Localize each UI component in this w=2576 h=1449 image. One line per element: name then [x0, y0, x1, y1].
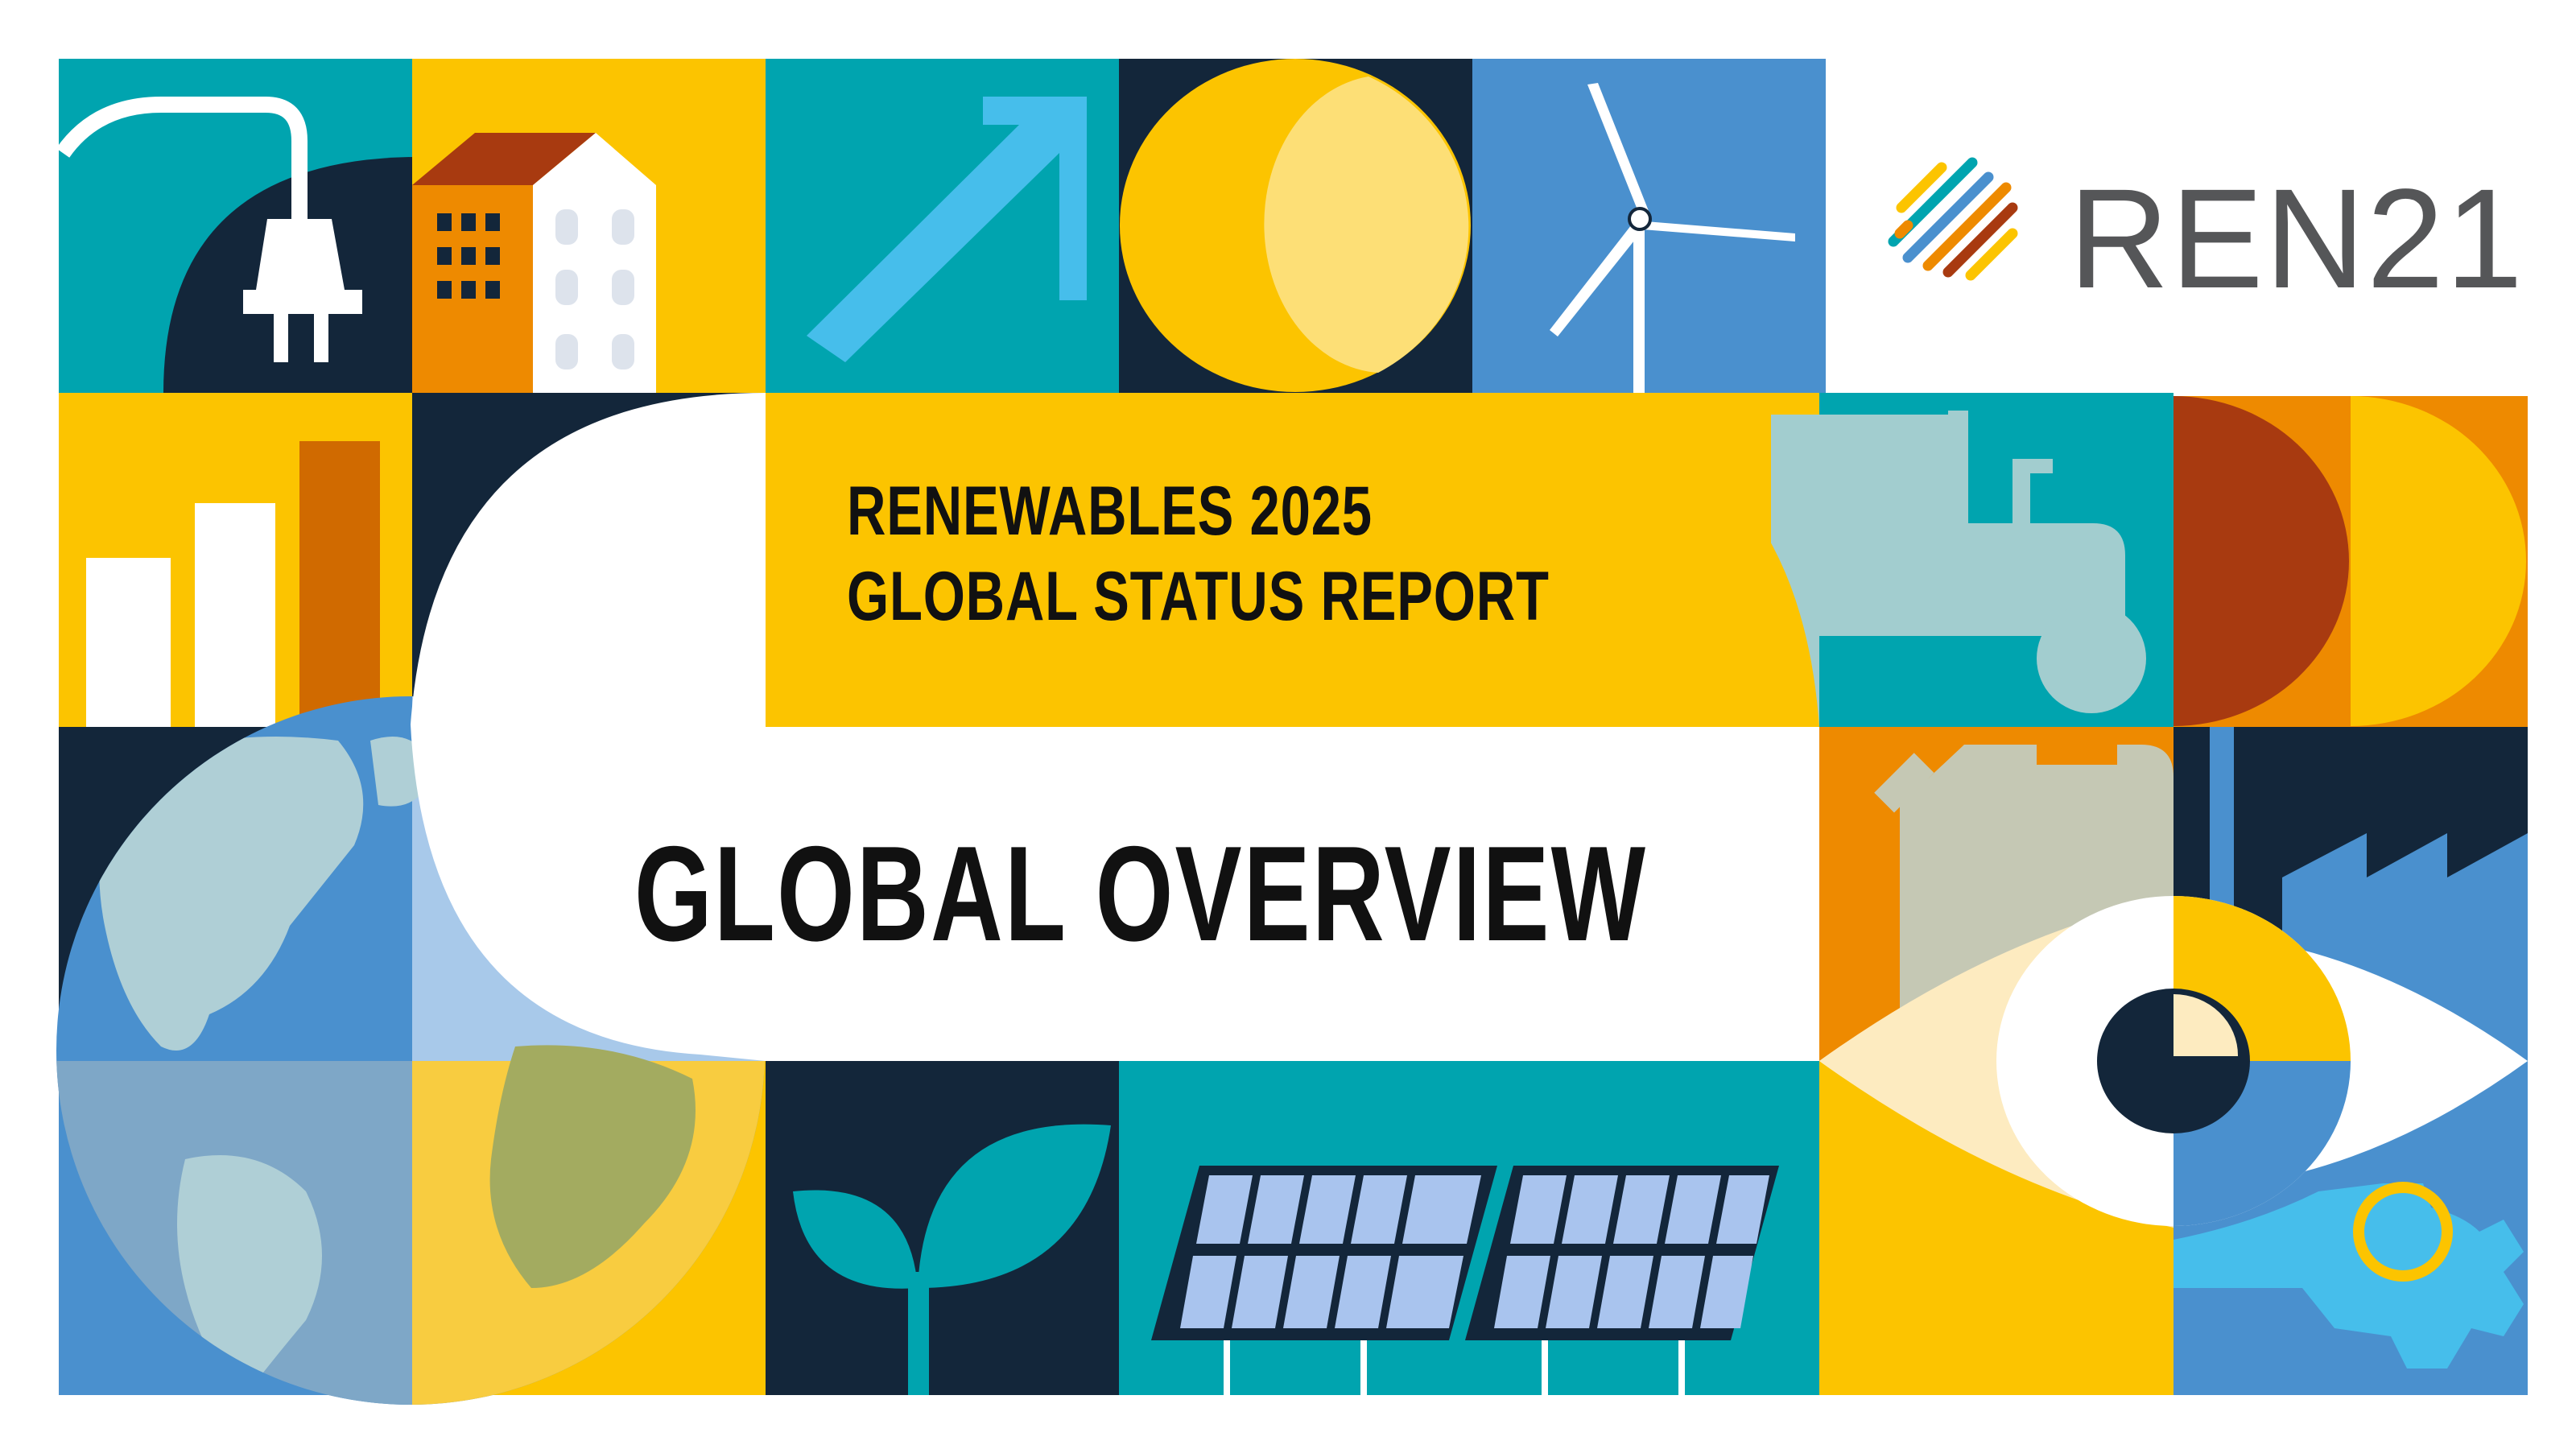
- section-title: GLOBAL OVERVIEW: [634, 818, 1648, 969]
- ren21-stripes-icon: [1888, 157, 2018, 281]
- growth-arrow-icon: [766, 59, 1119, 393]
- tractor-icon: [1771, 393, 2174, 727]
- sprout-icon: [766, 1061, 1119, 1395]
- sun-icon: [1119, 59, 1472, 393]
- wind-turbine-icon: [1472, 59, 1826, 393]
- report-title-line-2: GLOBAL STATUS REPORT: [847, 558, 1550, 635]
- bar-chart-icon: [59, 393, 412, 727]
- report-title-line-1: RENEWABLES 2025: [847, 473, 1373, 550]
- half-circles-icon: [2174, 396, 2528, 727]
- ren21-logo-text: REN21: [2069, 160, 2524, 318]
- house-icon: [412, 59, 766, 393]
- power-plug-icon: [56, 59, 412, 393]
